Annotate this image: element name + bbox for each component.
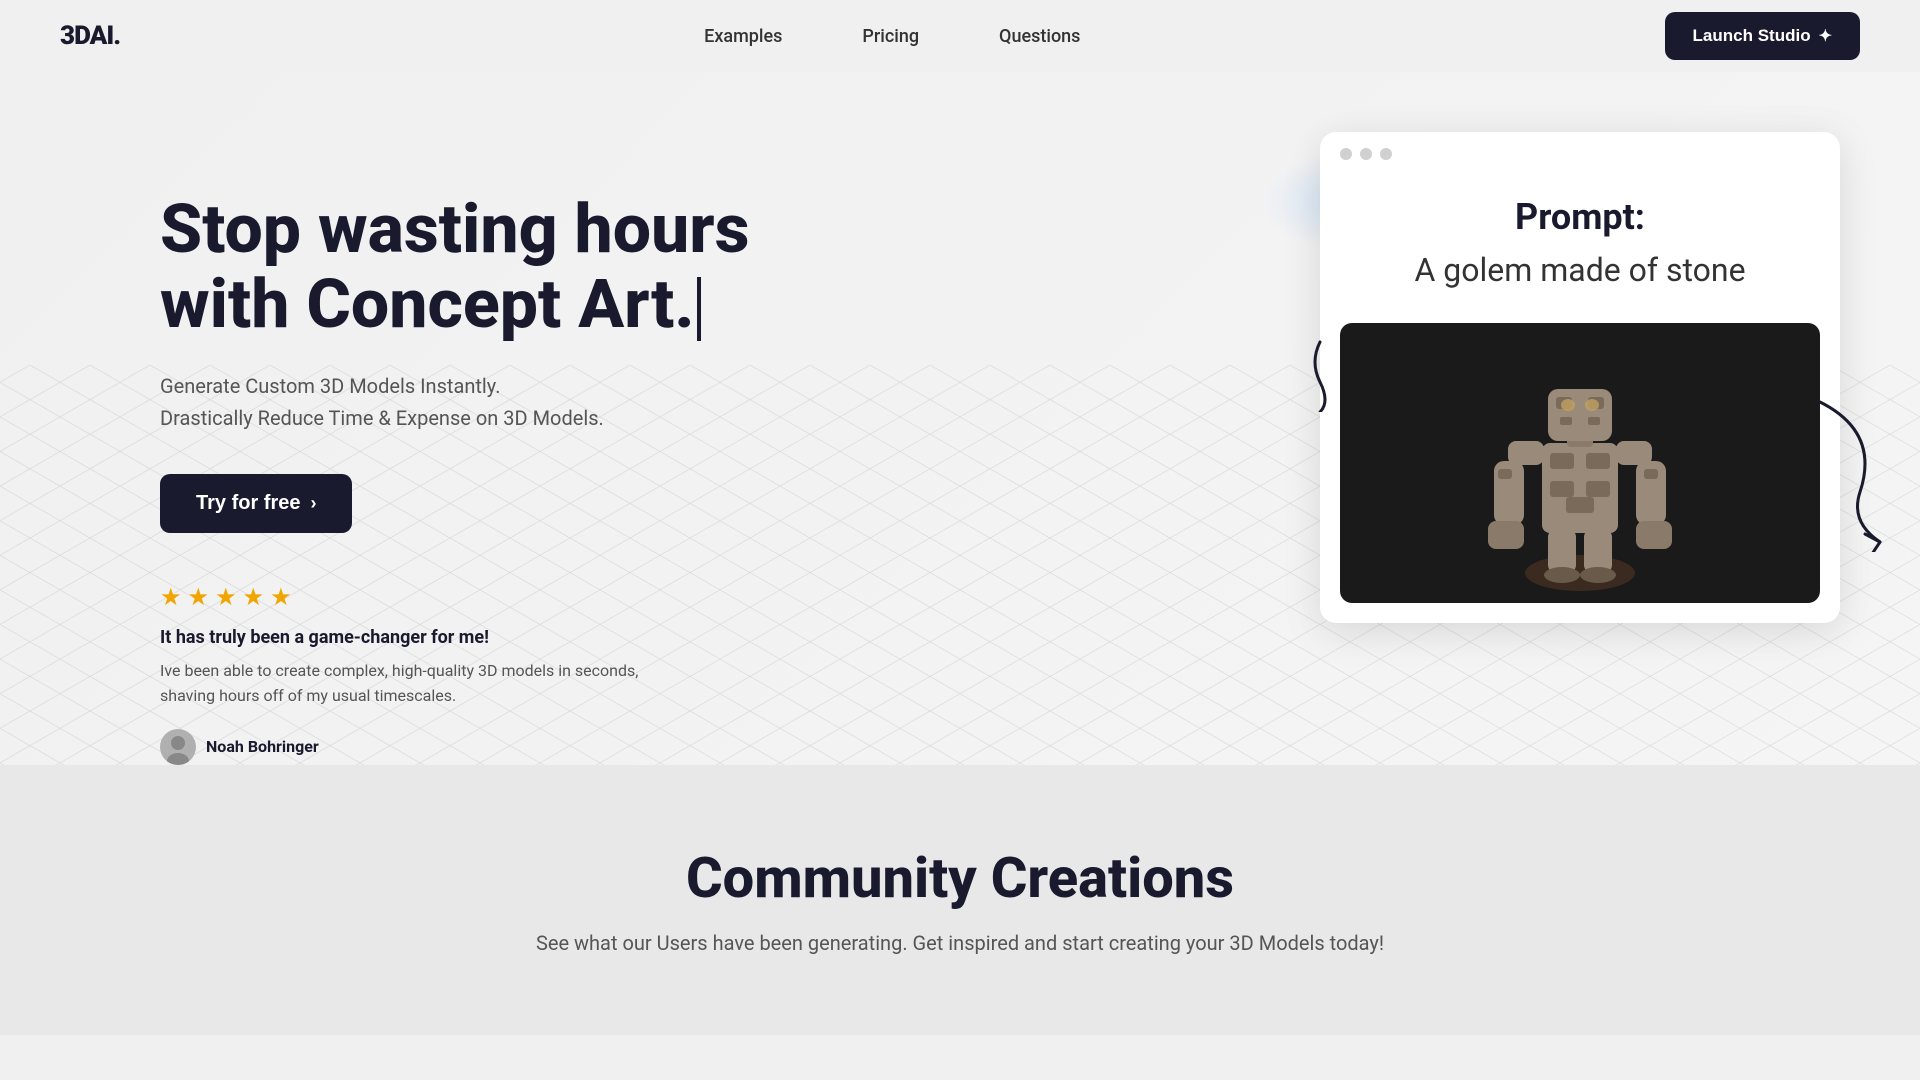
nav-link-examples[interactable]: Examples xyxy=(704,26,782,47)
hero-title: Stop wasting hours with Concept Art. xyxy=(160,192,750,342)
review-text: Ive been able to create complex, high-qu… xyxy=(160,658,680,709)
star-rating: ★ ★ ★ ★ ★ xyxy=(160,583,750,611)
star-4: ★ xyxy=(243,583,265,611)
star-1: ★ xyxy=(160,583,182,611)
arrow-decoration xyxy=(1800,392,1920,556)
reviewer-avatar xyxy=(160,729,196,765)
nav-link-questions[interactable]: Questions xyxy=(999,26,1080,47)
model-image xyxy=(1340,323,1820,603)
dot-2 xyxy=(1360,148,1372,160)
community-subtitle: See what our Users have been generating.… xyxy=(160,931,1760,955)
try-free-button[interactable]: Try for free › xyxy=(160,474,352,533)
star-5: ★ xyxy=(270,583,292,611)
prompt-value: A golem made of stone xyxy=(1360,248,1800,293)
review-title: It has truly been a game-changer for me! xyxy=(160,627,750,648)
cursor xyxy=(697,277,701,341)
arrow-right-icon: › xyxy=(310,493,316,514)
squiggle-decoration xyxy=(1260,332,1340,416)
reviewer-name: Noah Bohringer xyxy=(206,737,319,756)
hero-section: Stop wasting hours with Concept Art. Gen… xyxy=(0,72,1920,765)
card-titlebar xyxy=(1320,132,1840,176)
prompt-label: Prompt: xyxy=(1360,196,1800,238)
hero-subtitle: Generate Custom 3D Models Instantly. Dra… xyxy=(160,370,750,434)
star-2: ★ xyxy=(188,583,210,611)
sparkle-icon: ✦ xyxy=(1819,26,1832,46)
hero-right: Prompt: A golem made of stone xyxy=(1320,132,1840,623)
dot-1 xyxy=(1340,148,1352,160)
logo: 3DAI. xyxy=(60,21,120,51)
reviewer: Noah Bohringer xyxy=(160,729,750,765)
card-body: Prompt: A golem made of stone xyxy=(1320,176,1840,323)
nav-links: Examples Pricing Questions xyxy=(704,26,1080,47)
community-section: Community Creations See what our Users h… xyxy=(0,765,1920,1035)
launch-studio-button[interactable]: Launch Studio ✦ xyxy=(1665,12,1860,60)
community-title: Community Creations xyxy=(160,845,1760,911)
star-3: ★ xyxy=(215,583,237,611)
hero-left: Stop wasting hours with Concept Art. Gen… xyxy=(160,132,750,765)
navbar: 3DAI. Examples Pricing Questions Launch … xyxy=(0,0,1920,72)
nav-link-pricing[interactable]: Pricing xyxy=(862,26,919,47)
dot-3 xyxy=(1380,148,1392,160)
prompt-card: Prompt: A golem made of stone xyxy=(1320,132,1840,623)
golem-svg xyxy=(1470,333,1690,593)
